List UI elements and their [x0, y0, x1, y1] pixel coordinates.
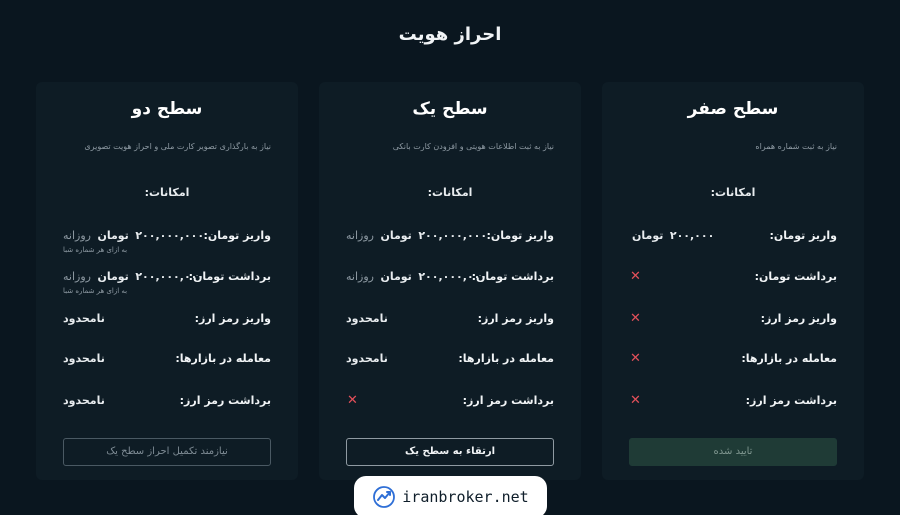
currency-unit: تومان — [380, 229, 412, 242]
cross-icon: ✕ — [630, 269, 641, 284]
card-title: سطح دو — [131, 99, 203, 119]
row-value: نامحدود — [346, 352, 388, 365]
row-value: ۲۰۰,۰۰۰ تومان — [629, 229, 714, 242]
feature-row-toman-withdraw: برداشت تومان: ✕ — [629, 270, 837, 300]
row-label: معامله در بازارها: — [741, 352, 837, 365]
feature-row-crypto-deposit: واریز رمز ارز: نامحدود — [346, 312, 554, 342]
row-label: واریز رمز ارز: — [760, 312, 837, 325]
row-value: نامحدود — [63, 394, 105, 407]
row-label: برداشت رمز ارز: — [462, 394, 554, 407]
level-one-card: سطح یک نیاز به ثبت اطلاعات هویتی و افزود… — [319, 82, 581, 480]
features-title: امکانات: — [144, 186, 190, 199]
row-value: ۲۰۰,۰۰۰,۰۰۰ تومان روزانه — [63, 229, 204, 242]
trend-chart-icon — [373, 486, 396, 508]
card-description: نیاز به بارگذاری تصویر کارت ملی و احراز … — [84, 142, 271, 151]
deposit-amount: ۲۰۰,۰۰۰ — [669, 229, 715, 242]
row-label: برداشت تومان: — [754, 270, 837, 283]
features-title: امکانات: — [427, 186, 473, 199]
limit-period: روزانه — [63, 270, 91, 283]
page-title: احراز هویت — [398, 24, 502, 45]
limit-period: روزانه — [346, 229, 374, 242]
row-label: معامله در بازارها: — [458, 352, 554, 365]
feature-row-crypto-deposit: واریز رمز ارز: نامحدود — [63, 312, 271, 342]
feature-row-toman-deposit: واریز تومان: ۲۰۰,۰۰۰ تومان — [629, 229, 837, 259]
row-label: واریز رمز ارز: — [477, 312, 554, 325]
row-value: ۲۰۰,۰۰۰,۰۰۰ تومان روزانه — [63, 270, 204, 283]
card-description: نیاز به ثبت اطلاعات هویتی و افزودن کارت … — [392, 142, 554, 151]
deposit-amount: ۲۰۰,۰۰۰,۰۰۰ — [418, 229, 488, 242]
deposit-amount: ۲۰۰,۰۰۰,۰۰۰ — [135, 229, 205, 242]
feature-row-crypto-deposit: واریز رمز ارز: ✕ — [629, 312, 837, 342]
cross-icon: ✕ — [630, 311, 641, 326]
limit-period: روزانه — [63, 229, 91, 242]
row-value: نامحدود — [63, 352, 105, 365]
row-value: نامحدود — [63, 312, 105, 325]
currency-unit: تومان — [632, 229, 664, 242]
feature-row-toman-withdraw: برداشت تومان: ۲۰۰,۰۰۰,۰۰۰ تومان روزانه ب… — [63, 270, 271, 300]
row-label: واریز تومان: — [203, 229, 272, 242]
row-value: ۲۰۰,۰۰۰,۰۰۰ تومان روزانه — [346, 270, 487, 283]
row-note: به ازای هر شماره شبا — [63, 287, 128, 295]
row-label: معامله در بازارها: — [175, 352, 271, 365]
row-value: نامحدود — [346, 312, 388, 325]
feature-row-crypto-withdraw: برداشت رمز ارز: ✕ — [629, 394, 837, 424]
row-label: واریز رمز ارز: — [194, 312, 271, 325]
watermark-badge: iranbroker.net — [354, 476, 547, 515]
cross-icon: ✕ — [347, 393, 358, 408]
cross-icon: ✕ — [630, 393, 641, 408]
cross-icon: ✕ — [630, 351, 641, 366]
row-value: ۲۰۰,۰۰۰,۰۰۰ تومان روزانه — [346, 229, 487, 242]
feature-row-toman-deposit: واریز تومان: ۲۰۰,۰۰۰,۰۰۰ تومان روزانه به… — [63, 229, 271, 259]
currency-unit: تومان — [97, 229, 129, 242]
requires-level-one-button: نیازمند تکمیل احراز سطح یک — [63, 438, 271, 466]
card-description: نیاز به ثبت شماره همراه — [755, 142, 837, 151]
card-title: سطح یک — [412, 99, 488, 119]
features-title: امکانات: — [710, 186, 756, 199]
row-label: واریز تومان: — [486, 229, 555, 242]
level-zero-card: سطح صفر نیاز به ثبت شماره همراه امکانات:… — [602, 82, 864, 480]
card-title: سطح صفر — [687, 99, 779, 119]
feature-row-crypto-withdraw: برداشت رمز ارز: ✕ — [346, 394, 554, 424]
upgrade-level-one-button[interactable]: ارتقاء به سطح یک — [346, 438, 554, 466]
verification-page: احراز هویت سطح صفر نیاز به ثبت شماره همر… — [0, 0, 900, 515]
level-two-card: سطح دو نیاز به بارگذاری تصویر کارت ملی و… — [36, 82, 298, 480]
row-label: برداشت رمز ارز: — [179, 394, 271, 407]
watermark-text: iranbroker.net — [402, 488, 529, 506]
feature-row-crypto-withdraw: برداشت رمز ارز: نامحدود — [63, 394, 271, 424]
currency-unit: تومان — [97, 270, 129, 283]
feature-row-toman-deposit: واریز تومان: ۲۰۰,۰۰۰,۰۰۰ تومان روزانه — [346, 229, 554, 259]
currency-unit: تومان — [380, 270, 412, 283]
feature-row-market-trading: معامله در بازارها: ✕ — [629, 352, 837, 382]
verified-button[interactable]: تایید شده — [629, 438, 837, 466]
feature-row-market-trading: معامله در بازارها: نامحدود — [346, 352, 554, 382]
feature-row-market-trading: معامله در بازارها: نامحدود — [63, 352, 271, 382]
row-label: برداشت رمز ارز: — [745, 394, 837, 407]
row-label: واریز تومان: — [769, 229, 838, 242]
withdraw-amount: ۲۰۰,۰۰۰,۰۰۰ — [418, 270, 488, 283]
feature-row-toman-withdraw: برداشت تومان: ۲۰۰,۰۰۰,۰۰۰ تومان روزانه — [346, 270, 554, 300]
limit-period: روزانه — [346, 270, 374, 283]
withdraw-amount: ۲۰۰,۰۰۰,۰۰۰ — [135, 270, 205, 283]
row-note: به ازای هر شماره شبا — [63, 246, 128, 254]
